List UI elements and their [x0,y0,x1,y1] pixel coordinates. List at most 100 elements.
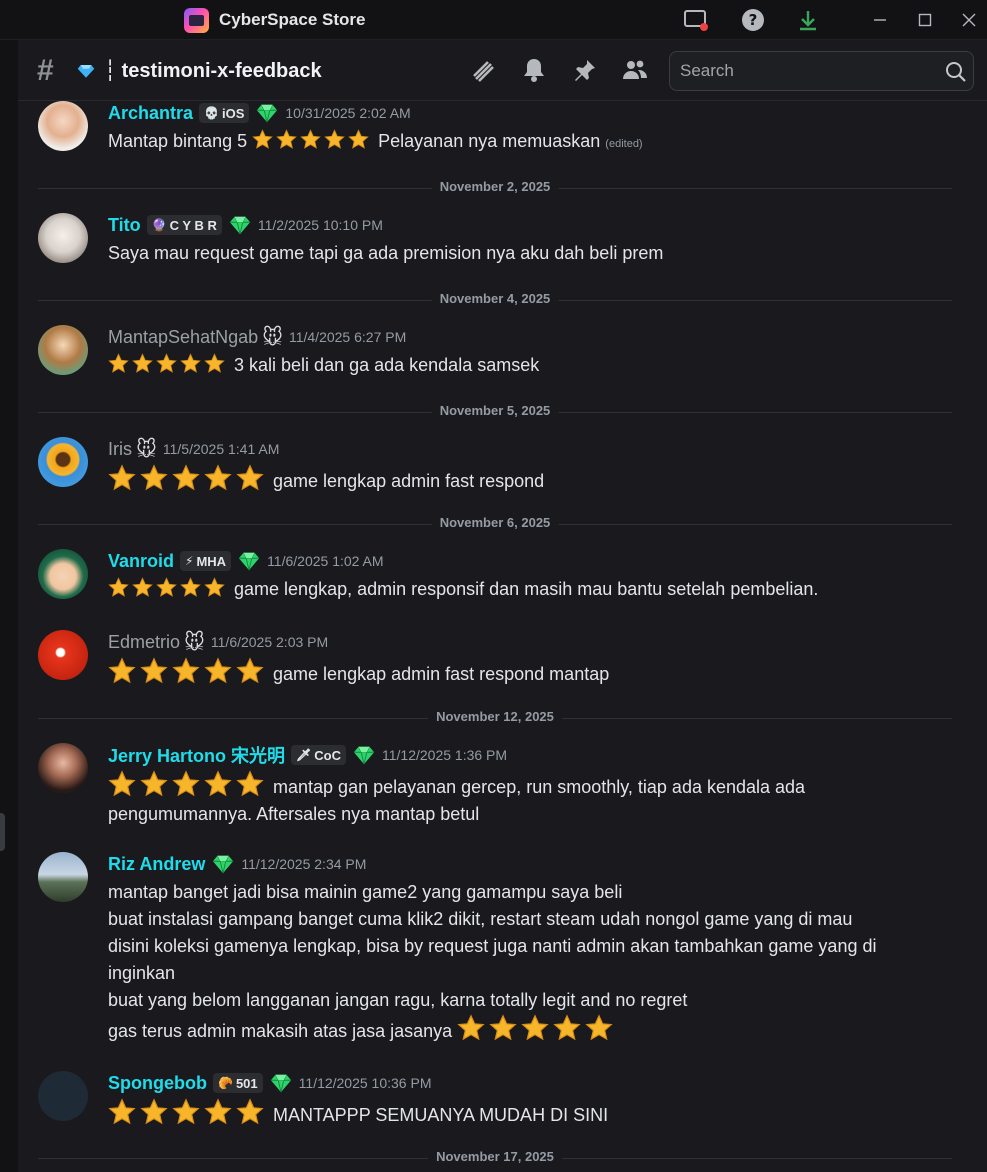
star-icon [236,1098,264,1126]
avatar[interactable] [38,630,88,680]
notification-bell-icon[interactable] [518,54,550,86]
message-text: Saya mau request game tapi ga ada premis… [108,243,664,263]
message-header: Riz Andrew 11/12/2025 2:34 PM [108,852,366,876]
star-icon [324,129,345,150]
username[interactable]: Riz Andrew [108,854,205,875]
star-icon [132,353,153,374]
timestamp: 11/12/2025 10:36 PM [298,1075,432,1091]
star-icon [140,464,168,492]
message-line: buat instalasi gampang banget cuma klik2… [108,909,853,929]
message-text: game lengkap, admin responsif dan masih … [234,579,819,599]
date-divider-label: November 17, 2025 [428,1149,562,1164]
timestamp: 11/2/2025 10:10 PM [257,217,383,233]
help-icon[interactable]: ? [739,6,767,34]
message-line: disini koleksi gamenya lengkap, bisa by … [108,936,877,956]
member-list-icon[interactable] [619,54,651,86]
message-text-after: Pelayanan nya memuaskan [378,131,601,151]
star-icon [553,1014,581,1042]
star-icon [172,770,200,798]
server-rail [0,40,18,1172]
star-icon [236,770,264,798]
star-icon [204,464,232,492]
search-icon[interactable] [945,61,967,83]
mouse-emoji-icon: 🐭 [262,326,283,349]
message-line: inginkan [108,963,176,983]
tag-emoji-icon: 🗡 [296,748,312,762]
maximize-button[interactable] [910,6,940,34]
minimize-button[interactable] [865,6,895,34]
username[interactable]: Iris [108,439,132,460]
star-icon [180,577,201,598]
star-icon [204,1098,232,1126]
tag-label: CoC [314,747,341,763]
date-divider-label: November 4, 2025 [431,291,559,306]
star-icon [585,1014,613,1042]
username[interactable]: Jerry Hartono 宋光明 [108,742,285,768]
star-icon [236,657,264,685]
avatar[interactable] [38,743,88,793]
tag-label: 501 [235,1075,258,1091]
role-tag[interactable]: 💀 iOS [199,103,250,123]
avatar[interactable] [38,1071,88,1121]
star-icon [204,353,225,374]
username[interactable]: Tito [108,215,141,236]
emerald-badge-icon [255,102,279,124]
message-header: Tito 🔮 C Y B R 11/2/2025 10:10 PM [108,213,383,237]
star-icon [108,464,136,492]
date-divider-label: November 2, 2025 [431,179,559,194]
star-rating [108,353,225,374]
star-icon [204,770,232,798]
message-line: buat yang belom langganan jangan ragu, k… [108,990,688,1010]
avatar[interactable] [38,549,88,599]
avatar[interactable] [38,852,88,902]
role-tag[interactable]: ⚡ MHA [180,551,232,571]
download-icon[interactable] [794,6,822,34]
star-rating [108,657,264,685]
username[interactable]: Spongebob [108,1073,207,1094]
message-header: Edmetrio 🐭 11/6/2025 2:03 PM [108,630,328,654]
channel-header: # ┆ testimoni-x-feedback [18,40,987,101]
star-rating [108,577,225,598]
username[interactable]: Vanroid [108,551,174,572]
message-header: Jerry Hartono 宋光明 🗡 CoC 11/12/2025 1:36 P… [108,743,507,767]
avatar[interactable] [38,325,88,375]
role-tag[interactable]: 🔮 C Y B R [146,215,222,235]
star-icon [236,464,264,492]
close-button[interactable] [954,6,984,34]
username[interactable]: Archantra [108,103,193,124]
username[interactable]: Edmetrio [108,632,180,653]
date-divider: November 5, 2025 [38,403,952,418]
message-text: game lengkap admin fast respond mantap [273,664,610,684]
message-content: MANTAPPP SEMUANYA MUDAH DI SINI [108,1098,968,1129]
avatar[interactable] [38,437,88,487]
message-header: Spongebob 🥐 501 11/12/2025 10:36 PM [108,1071,431,1095]
role-tag[interactable]: 🗡 CoC [291,745,346,765]
hash-icon: # [37,54,54,87]
emerald-badge-icon [228,214,252,236]
threads-icon[interactable] [467,54,499,86]
star-icon [172,464,200,492]
app-logo-icon [184,7,209,33]
avatar[interactable] [38,101,88,151]
search-box[interactable] [669,51,974,91]
tag-emoji-icon: 🔮 [151,218,167,232]
username[interactable]: MantapSehatNgab [108,327,258,348]
role-tag[interactable]: 🥐 501 [212,1073,263,1093]
star-icon [204,577,225,598]
star-icon [172,1098,200,1126]
avatar[interactable] [38,213,88,263]
tag-label: C Y B R [169,217,217,233]
star-icon [204,657,232,685]
emerald-badge-icon [269,1072,293,1094]
message-line: gas terus admin makasih atas jasa jasany… [108,1021,453,1041]
message-text: 3 kali beli dan ga ada kendala samsek [234,355,540,375]
screen-share-icon[interactable] [682,6,710,34]
search-input[interactable] [680,60,940,82]
timestamp: 11/6/2025 2:03 PM [210,634,329,650]
timestamp: 11/4/2025 6:27 PM [288,329,407,345]
star-icon [172,657,200,685]
pin-icon[interactable] [569,54,601,86]
star-rating [457,1014,613,1042]
message-list: Archantra 💀 iOS 10/31/2025 2:02 AM Mantap… [18,101,987,1172]
message-content: game lengkap admin fast respond mantap [108,657,968,688]
